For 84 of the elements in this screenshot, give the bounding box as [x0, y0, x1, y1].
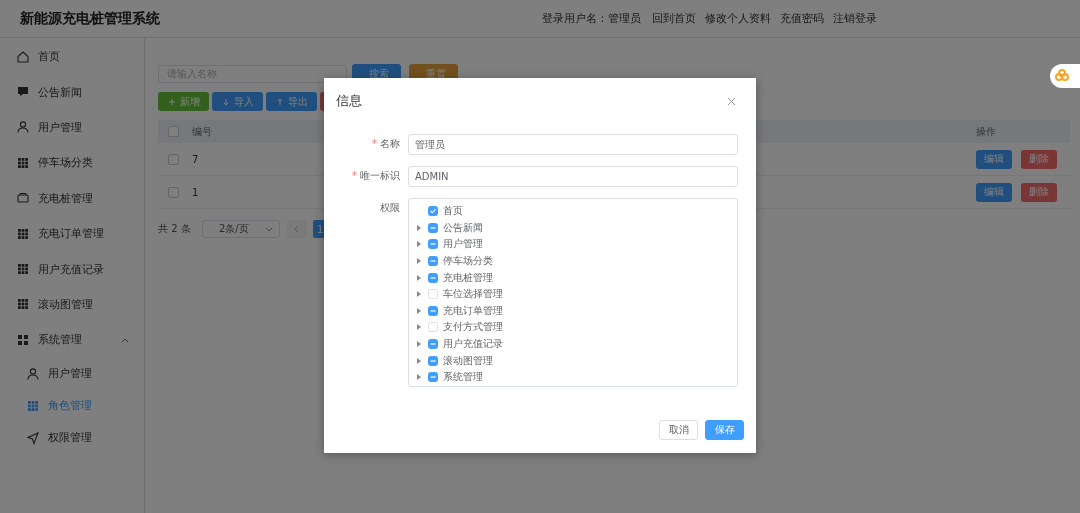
header-link[interactable]: 注销登录: [833, 11, 877, 26]
field-label: * 唯一标识: [351, 169, 400, 183]
expand-arrow-icon: [417, 307, 421, 314]
tree-checkbox[interactable]: [428, 272, 438, 283]
row-checkbox[interactable]: [168, 186, 179, 198]
box-icon: [16, 191, 30, 206]
tree-checkbox[interactable]: [428, 305, 438, 316]
expand-arrow-icon: [417, 291, 421, 298]
chevron-down-icon: [265, 225, 273, 233]
tree-checkbox[interactable]: [428, 239, 438, 250]
tree-checkbox[interactable]: [428, 355, 438, 366]
close-button[interactable]: [727, 96, 736, 106]
grid-icon: [16, 155, 30, 170]
row-checkbox[interactable]: [168, 153, 179, 165]
tree-node-label[interactable]: 停车场分类: [443, 254, 493, 269]
tree-checkbox[interactable]: [428, 339, 438, 350]
tree-node-label[interactable]: 充电订单管理: [443, 303, 503, 318]
dialog-title: 信息: [336, 92, 362, 110]
expand-arrow-icon: [417, 224, 421, 231]
expand-arrow-icon: [417, 324, 421, 331]
expand-arrow-icon: [417, 258, 421, 265]
sidebar-item[interactable]: 充电桩管理: [0, 180, 144, 216]
select-all-checkbox[interactable]: [168, 126, 179, 137]
up-arrow-icon: [275, 97, 284, 106]
sidebar-item[interactable]: 用户管理: [0, 109, 144, 146]
tree-node-label[interactable]: 首页: [443, 204, 463, 219]
tree-node-label[interactable]: 用户充值记录: [443, 337, 503, 352]
sidebar-item[interactable]: 停车场分类: [0, 145, 144, 181]
expand-arrow-icon: [417, 241, 421, 248]
tree-node-label[interactable]: 用户管理: [443, 237, 483, 252]
field-label: 权限: [379, 201, 400, 215]
floating-widget[interactable]: [1050, 64, 1080, 88]
tree-node-label[interactable]: 滚动图管理: [443, 353, 493, 368]
cancel-button[interactable]: 取消: [659, 420, 698, 440]
header-link[interactable]: 修改个人资料: [705, 11, 771, 26]
sidebar-subitem[interactable]: 用户管理: [0, 357, 144, 390]
tree-node-label[interactable]: 系统管理: [443, 370, 483, 385]
grid-icon: [16, 262, 30, 277]
header-link[interactable]: 充值密码: [780, 11, 824, 26]
sidebar-item[interactable]: 充电订单管理: [0, 215, 144, 252]
tree-checkbox[interactable]: [428, 256, 438, 267]
tree-node-label[interactable]: 充电桩管理: [443, 270, 493, 285]
send-icon: [26, 430, 40, 445]
tree-checkbox[interactable]: [428, 222, 438, 233]
home-icon: [16, 49, 30, 64]
sidebar-subitem[interactable]: 权限管理: [0, 421, 144, 454]
grid-icon: [26, 398, 40, 413]
header-link[interactable]: 回到首页: [652, 11, 696, 26]
tree-checkbox[interactable]: [428, 206, 438, 217]
flower-icon: [1054, 68, 1070, 84]
expand-arrow-icon: [417, 374, 421, 381]
grid-icon: [16, 297, 30, 312]
table-cell: 7: [191, 143, 273, 176]
field-label: * 名称: [371, 137, 400, 151]
grid-icon: [16, 226, 30, 241]
column-header: 操作: [975, 120, 1070, 143]
plus-icon: [167, 97, 176, 106]
tree-checkbox[interactable]: [428, 372, 438, 383]
user-icon: [16, 120, 30, 135]
close-icon: [727, 96, 736, 106]
tree-node-label[interactable]: 车位选择管理: [443, 287, 503, 302]
text-field[interactable]: 管理员: [408, 134, 738, 155]
save-button[interactable]: 保存: [705, 420, 744, 440]
expand-arrow-icon: [417, 274, 421, 281]
sidebar-item[interactable]: 滚动图管理: [0, 286, 144, 323]
tree-node-label[interactable]: 支付方式管理: [443, 320, 503, 335]
down-arrow-icon: [221, 97, 230, 106]
chevron-left-icon: [293, 225, 301, 233]
app-title: 新能源充电桩管理系统: [20, 9, 160, 28]
column-header: 编号: [191, 120, 273, 143]
page-size-select[interactable]: 2条/页: [202, 220, 280, 238]
sidebar-item[interactable]: 首页: [0, 39, 144, 75]
text-field[interactable]: ADMIN: [408, 166, 738, 187]
apps-icon: [16, 332, 30, 347]
user-icon: [26, 366, 40, 381]
sidebar-item[interactable]: 用户充值记录: [0, 251, 144, 287]
tree-node-label[interactable]: 公告新闻: [443, 220, 483, 235]
expand-arrow-icon: [417, 357, 421, 364]
total-count: 共 2 条: [158, 222, 192, 236]
sidebar-item[interactable]: 系统管理: [0, 322, 144, 358]
sidebar-item[interactable]: 公告新闻: [0, 74, 144, 110]
expand-arrow-icon: [417, 341, 421, 348]
login-user-label: 登录用户名：管理员: [542, 11, 641, 26]
table-cell: 1: [191, 175, 273, 209]
